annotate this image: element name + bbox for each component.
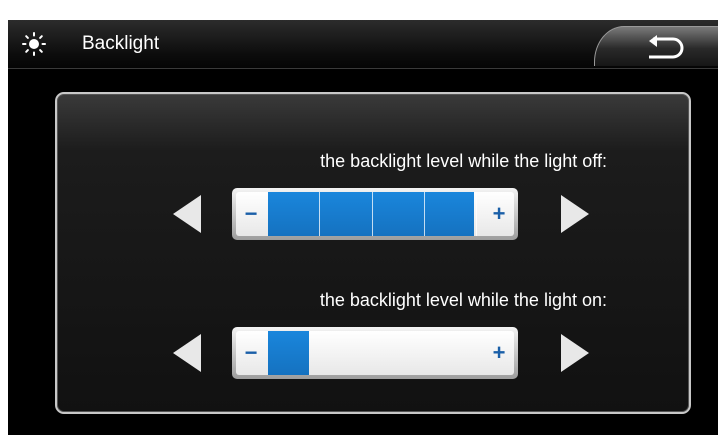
minus-icon[interactable]: −: [236, 331, 266, 375]
light-off-label: the backlight level while the light off:: [320, 151, 607, 171]
minus-icon[interactable]: −: [236, 192, 266, 236]
slider-fill: [268, 331, 309, 375]
title-bar: Backlight: [8, 20, 718, 69]
slider-track: − +: [236, 192, 514, 236]
sun-icon: [22, 32, 46, 56]
increase-right-arrow-icon[interactable]: [559, 193, 591, 235]
slider-track: − +: [236, 331, 514, 375]
slider-fill: [268, 192, 474, 236]
back-return-icon: [649, 35, 684, 59]
slider-divider: [424, 192, 425, 236]
backlight-screen: Backlight the backlight level while the …: [8, 20, 718, 435]
settings-panel: the backlight level while the light off:…: [55, 92, 691, 414]
slider-divider: [476, 192, 477, 236]
light-on-level-slider[interactable]: − +: [232, 327, 518, 379]
increase-right-arrow-icon[interactable]: [559, 332, 591, 374]
light-on-label: the backlight level while the light on:: [319, 290, 607, 310]
slider-divider: [372, 192, 373, 236]
back-button[interactable]: [594, 26, 718, 66]
slider-divider: [319, 192, 320, 236]
decrease-left-arrow-icon[interactable]: [171, 332, 203, 374]
plus-icon[interactable]: +: [484, 192, 514, 236]
decrease-left-arrow-icon[interactable]: [171, 193, 203, 235]
light-off-level-slider[interactable]: − +: [232, 188, 518, 240]
page-title: Backlight: [82, 33, 160, 54]
plus-icon[interactable]: +: [484, 331, 514, 375]
